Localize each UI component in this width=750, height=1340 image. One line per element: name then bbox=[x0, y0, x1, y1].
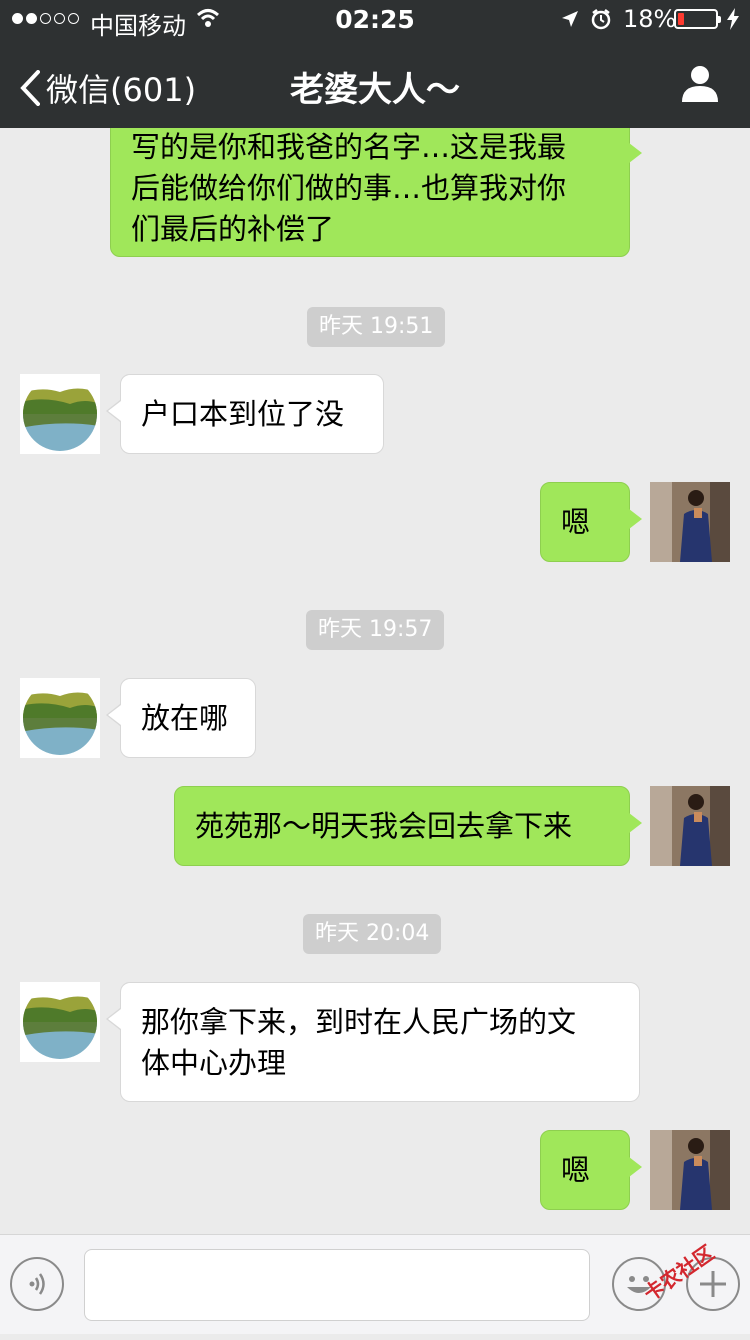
page-title: 老婆大人～ bbox=[290, 70, 460, 110]
profile-icon[interactable] bbox=[680, 64, 720, 104]
avatar[interactable] bbox=[20, 374, 100, 454]
message-bubble-outgoing[interactable]: 嗯 bbox=[540, 1130, 642, 1210]
selfie-avatar-icon bbox=[650, 482, 730, 562]
message-input[interactable] bbox=[84, 1249, 590, 1321]
message-line: 户口本到位了没 bbox=[141, 397, 345, 431]
battery-percent: 18% bbox=[623, 5, 677, 33]
message-line: 嗯 bbox=[561, 505, 591, 539]
selfie-avatar-icon bbox=[650, 786, 730, 866]
location-arrow-icon bbox=[562, 11, 578, 27]
message-line: 后能做给你们做的事…也算我对你 bbox=[131, 171, 567, 205]
selfie-avatar-icon bbox=[650, 1130, 730, 1210]
status-bar: 中国移动 02:25 18% bbox=[0, 0, 750, 40]
timestamp: 昨天 20:04 bbox=[303, 914, 442, 954]
message-bubble-incoming[interactable]: 那你拿下来，到时在人民广场的文 体中心办理 bbox=[106, 982, 640, 1102]
avatar[interactable] bbox=[20, 678, 100, 758]
charging-bolt-icon bbox=[727, 8, 739, 30]
avatar[interactable] bbox=[650, 786, 730, 866]
avatar[interactable] bbox=[20, 982, 100, 1062]
message-line: 嗯 bbox=[561, 1153, 591, 1187]
voice-input-button[interactable] bbox=[10, 1257, 64, 1311]
timestamp: 昨天 19:51 bbox=[307, 307, 446, 347]
top-bar: 中国移动 02:25 18% 微信(601) 老婆大人～ bbox=[0, 0, 750, 128]
landscape-avatar-icon bbox=[23, 985, 97, 1059]
message-line: 那你拿下来，到时在人民广场的文 bbox=[141, 1005, 577, 1039]
message-bubble-incoming[interactable]: 户口本到位了没 bbox=[106, 374, 384, 454]
avatar[interactable] bbox=[650, 1130, 730, 1210]
chat-area[interactable]: 写的是你和我爸的名字…这是我最 后能做给你们做的事…也算我对你 们最后的补偿了 … bbox=[0, 128, 750, 1234]
message-bubble-outgoing[interactable]: 写的是你和我爸的名字…这是我最 后能做给你们做的事…也算我对你 们最后的补偿了 bbox=[110, 128, 642, 257]
message-line: 放在哪 bbox=[141, 701, 229, 735]
landscape-avatar-icon bbox=[23, 377, 97, 451]
message-line: 们最后的补偿了 bbox=[131, 212, 335, 246]
message-line: 写的是你和我爸的名字…这是我最 bbox=[131, 130, 567, 164]
message-line: 苑苑那～明天我会回去拿下来 bbox=[195, 809, 573, 843]
alarm-icon bbox=[591, 9, 611, 30]
message-line: 体中心办理 bbox=[141, 1046, 287, 1080]
message-bubble-outgoing[interactable]: 嗯 bbox=[540, 482, 642, 562]
battery-icon bbox=[674, 9, 721, 29]
avatar[interactable] bbox=[650, 482, 730, 562]
landscape-avatar-icon bbox=[23, 681, 97, 755]
message-bubble-incoming[interactable]: 放在哪 bbox=[106, 678, 256, 758]
timestamp: 昨天 19:57 bbox=[306, 610, 445, 650]
nav-bar: 微信(601) 老婆大人～ bbox=[0, 40, 750, 128]
voice-icon bbox=[29, 1273, 45, 1295]
message-bubble-outgoing[interactable]: 苑苑那～明天我会回去拿下来 bbox=[174, 786, 642, 866]
